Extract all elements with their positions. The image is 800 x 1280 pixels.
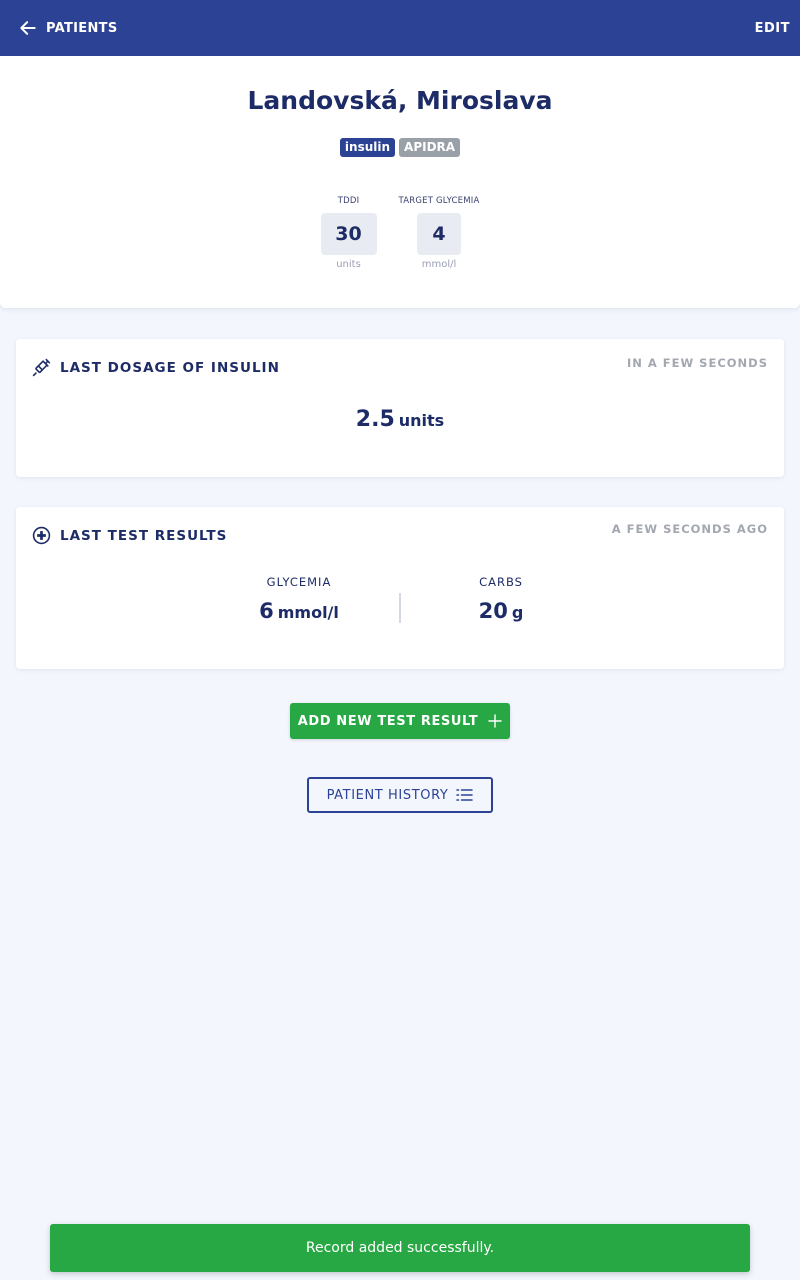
drug-badge: APIDRA [399, 138, 461, 157]
list-icon [456, 789, 474, 801]
last-results-time: A FEW SECONDS AGO [611, 522, 768, 536]
target-glycemia-stat: TARGET GLYCEMIA 4 mmol/l [399, 196, 480, 270]
back-button-label: PATIENTS [46, 20, 118, 36]
target-glycemia-label: TARGET GLYCEMIA [398, 196, 480, 206]
dosage-number: 2.5 [355, 407, 395, 432]
plus-icon [488, 714, 502, 728]
toast-message: Record added successfully. [305, 1240, 495, 1256]
arrow-left-icon [20, 21, 36, 35]
last-results-title: LAST TEST RESULTS [60, 527, 228, 544]
edit-button[interactable]: EDIT [755, 0, 790, 56]
last-dosage-value: 2.5 units [16, 407, 784, 432]
carbs-result: CARBS 20 g [401, 575, 601, 623]
carbs-number: 20 [478, 599, 508, 623]
carbs-unit: g [511, 603, 524, 622]
success-toast: Record added successfully. [50, 1224, 750, 1272]
add-button-label: ADD NEW TEST RESULT [297, 713, 479, 729]
tddi-unit: units [336, 259, 361, 270]
last-dosage-title: LAST DOSAGE OF INSULIN [60, 359, 280, 376]
last-test-results-card: LAST TEST RESULTS A FEW SECONDS AGO GLYC… [16, 507, 784, 669]
carbs-value: 20 g [401, 599, 601, 623]
glycemia-label: GLYCEMIA [266, 575, 332, 589]
last-dosage-time: IN A FEW SECONDS [626, 356, 768, 370]
plus-circle-icon [32, 526, 51, 545]
target-glycemia-value: 4 [417, 213, 461, 255]
glycemia-number: 6 [259, 599, 274, 623]
glycemia-unit: mmol/l [277, 603, 339, 622]
glycemia-result: GLYCEMIA 6 mmol/l [199, 575, 399, 623]
syringe-icon [32, 358, 51, 377]
tddi-label: TDDI [337, 196, 360, 206]
target-glycemia-unit: mmol/l [421, 259, 457, 270]
history-button-label: PATIENT HISTORY [326, 787, 449, 803]
add-new-test-result-button[interactable]: ADD NEW TEST RESULT [290, 703, 510, 739]
tddi-value: 30 [320, 213, 377, 255]
dosage-unit: units [398, 411, 445, 430]
carbs-label: CARBS [479, 575, 523, 589]
last-dosage-header: LAST DOSAGE OF INSULIN [32, 358, 280, 377]
insulin-badge: insulin [339, 138, 396, 157]
patient-history-button[interactable]: PATIENT HISTORY [307, 777, 493, 813]
patient-name: Landovská, Miroslava [247, 86, 553, 115]
patient-profile-card: Landovská, Miroslava insulin APIDRA TDDI… [0, 56, 800, 308]
last-dosage-card: LAST DOSAGE OF INSULIN IN A FEW SECONDS … [16, 339, 784, 477]
tddi-stat: TDDI 30 units [320, 196, 377, 270]
badge-group: insulin APIDRA [0, 138, 800, 157]
last-results-header: LAST TEST RESULTS [32, 526, 227, 545]
app-bar: PATIENTS EDIT [0, 0, 800, 56]
back-to-patients-button[interactable]: PATIENTS [18, 0, 117, 56]
patient-stats: TDDI 30 units TARGET GLYCEMIA 4 mmol/l [0, 196, 800, 270]
results-row: GLYCEMIA 6 mmol/l CARBS 20 g [16, 575, 784, 623]
glycemia-value: 6 mmol/l [199, 599, 399, 623]
